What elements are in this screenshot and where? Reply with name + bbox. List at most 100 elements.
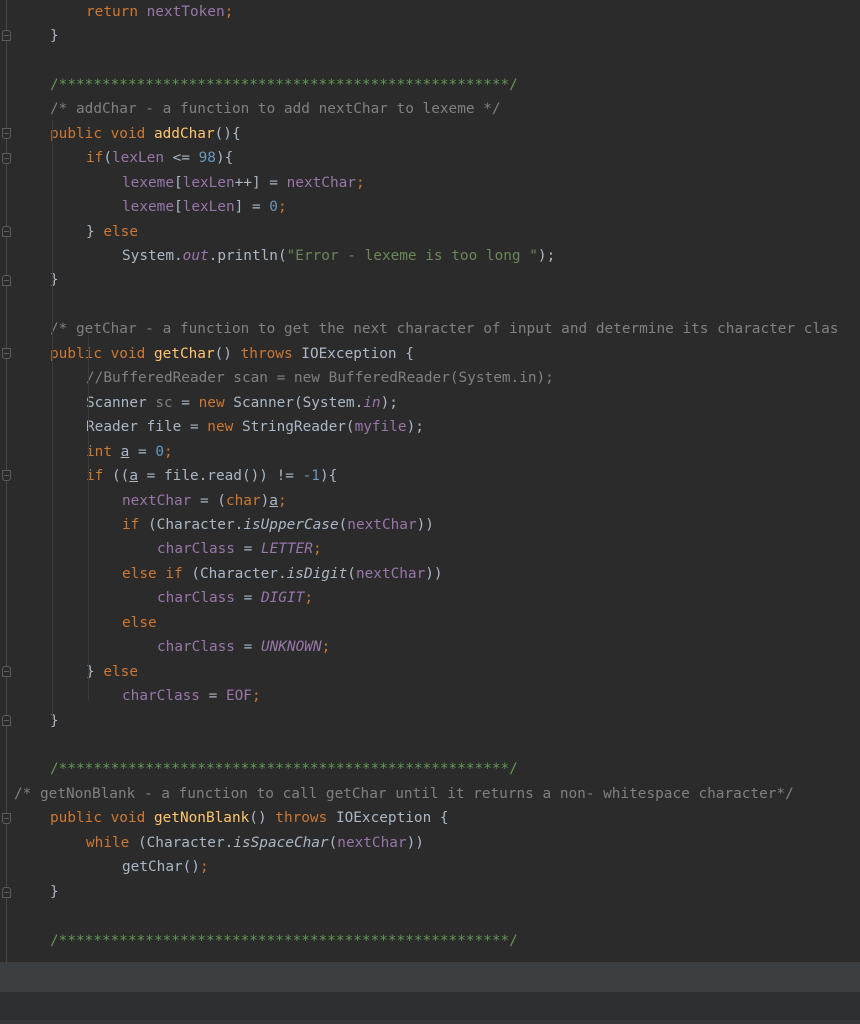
code-line[interactable]: charClass = EOF; [122, 684, 261, 708]
code-token: charClass [157, 639, 235, 656]
code-token: ++] = [234, 174, 287, 191]
code-token: = ( [191, 492, 226, 509]
code-token: lexLen [182, 199, 235, 216]
code-line[interactable]: /***************************************… [50, 73, 518, 97]
code-line[interactable]: else [122, 611, 157, 635]
code-token: ( [328, 834, 338, 851]
code-token: int [86, 443, 121, 460]
code-token: = [129, 443, 156, 460]
code-token: ); [537, 248, 556, 264]
code-line[interactable]: /***************************************… [50, 757, 518, 781]
code-token: new [207, 419, 242, 436]
code-token: getChar [153, 345, 215, 362]
code-token: else [122, 614, 157, 631]
code-token: sc [155, 394, 173, 411]
code-token: )) [425, 565, 443, 582]
code-line[interactable]: lexeme[lexLen++] = nextChar; [122, 171, 365, 195]
code-token: lexeme [122, 174, 174, 191]
code-line[interactable]: while (Character.isSpaceChar(nextChar)) [86, 831, 424, 855]
code-token: char [225, 492, 261, 509]
code-token: getNonBlank [153, 810, 250, 827]
code-line[interactable]: } else [86, 220, 138, 244]
code-line[interactable]: Reader file = new StringReader(myfile); [86, 415, 424, 439]
code-token: myfile [354, 419, 407, 436]
code-token: } [50, 27, 59, 44]
window-bottom-edge [0, 1020, 860, 1024]
code-token: DIGIT [260, 590, 305, 607]
code-line[interactable]: public void getChar() throws IOException… [50, 342, 414, 366]
code-line[interactable]: } else [86, 660, 138, 684]
code-line[interactable]: } [50, 24, 59, 48]
code-line[interactable]: /* addChar - a function to add nextChar … [50, 97, 501, 121]
code-token: lexeme [122, 199, 174, 216]
code-token: IOException { [301, 345, 414, 362]
code-token: IOException { [335, 810, 449, 827]
indent-guide [52, 120, 53, 720]
code-line[interactable]: public void getNonBlank() throws IOExcep… [50, 806, 449, 830]
code-line[interactable]: getChar(); [122, 855, 209, 879]
code-line[interactable]: lexeme[lexLen] = 0; [122, 195, 287, 219]
code-line[interactable]: //BufferedReader scan = new BufferedRead… [86, 366, 554, 390]
code-line[interactable]: if(lexLen <= 98){ [86, 146, 233, 170]
code-token: StringReader( [241, 419, 355, 436]
code-token: in [363, 394, 381, 411]
code-token: 98 [198, 150, 216, 167]
code-token: new [198, 394, 234, 411]
code-token: /* addChar - a function to add nextChar … [50, 101, 501, 118]
code-token: () [249, 810, 276, 827]
code-token: = [234, 590, 261, 607]
code-token: getChar() [122, 859, 200, 876]
code-line[interactable]: } [50, 880, 59, 904]
code-token: Reader file = [86, 419, 208, 436]
code-token: else [103, 663, 138, 680]
code-line[interactable]: charClass = LETTER; [157, 537, 322, 561]
code-line[interactable]: int a = 0; [86, 440, 173, 464]
code-token: ; [277, 492, 287, 509]
code-line[interactable]: if ((a = file.read()) != -1){ [86, 464, 337, 488]
code-line[interactable]: nextChar = (char)a; [122, 489, 287, 513]
code-token: nextChar [122, 492, 192, 509]
code-token: public void [50, 810, 154, 827]
code-token: //BufferedReader scan = new BufferedRead… [86, 370, 554, 387]
code-token: (( [112, 468, 130, 485]
code-area[interactable]: return nextToken;} /*********************… [0, 0, 860, 962]
code-line[interactable]: charClass = UNKNOWN; [157, 635, 330, 659]
code-token: .println( [208, 248, 287, 264]
code-token: addChar [153, 125, 215, 142]
code-token: if [122, 516, 148, 533]
code-token: ( [338, 516, 348, 533]
indent-guide [88, 335, 89, 700]
code-token: ; [355, 174, 365, 191]
code-token: ); [406, 419, 424, 436]
code-token: } [86, 223, 104, 240]
code-token: if [86, 468, 112, 485]
code-token: (Character. [148, 516, 244, 533]
code-line[interactable]: else if (Character.isDigit(nextChar)) [122, 562, 443, 586]
code-token: /* getChar - a function to get the next … [50, 321, 839, 338]
code-token: () [214, 345, 241, 362]
code-token: ; [277, 199, 287, 216]
code-line[interactable]: Scanner sc = new Scanner(System.in); [86, 391, 398, 415]
code-line[interactable]: /* getNonBlank - a function to call getC… [14, 782, 794, 806]
code-token: ] = [234, 199, 270, 216]
code-token: lexLen [182, 174, 235, 191]
code-line[interactable]: System.out.println("Error - lexeme is to… [122, 244, 555, 268]
code-token: nextChar [355, 565, 426, 582]
code-token: public void [50, 125, 154, 142]
code-token: isSpaceChar [233, 834, 329, 851]
code-line[interactable]: return nextToken; [86, 0, 233, 24]
code-token: a [129, 468, 138, 485]
code-token: "Error - lexeme is too long " [286, 248, 538, 264]
code-line[interactable]: /***************************************… [50, 929, 518, 953]
code-token: ; [251, 688, 261, 705]
code-token: -1 [302, 468, 320, 485]
code-line[interactable]: charClass = DIGIT; [157, 586, 313, 610]
code-token: ( [103, 150, 112, 167]
code-token: [ [173, 174, 183, 191]
code-line[interactable]: if (Character.isUpperCase(nextChar)) [122, 513, 434, 537]
code-line[interactable]: public void addChar(){ [50, 122, 241, 146]
code-token: ; [312, 541, 322, 558]
code-editor[interactable]: return nextToken;} /*********************… [0, 0, 860, 962]
code-line[interactable]: /* getChar - a function to get the next … [50, 317, 838, 341]
code-token: while [86, 834, 138, 851]
